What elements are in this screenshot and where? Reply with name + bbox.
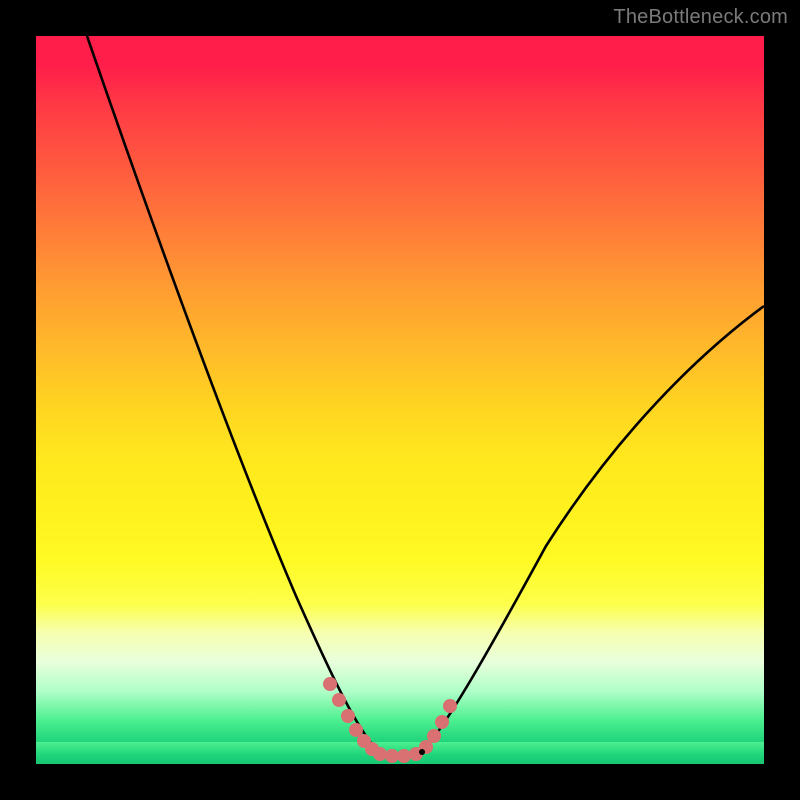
trough-markers	[323, 677, 457, 763]
plot-area	[36, 36, 764, 764]
chart-frame: TheBottleneck.com	[0, 0, 800, 800]
curve-layer	[36, 36, 764, 764]
trough-min-point	[419, 749, 425, 755]
right-curve	[422, 306, 764, 752]
left-curve	[87, 36, 378, 752]
watermark-text: TheBottleneck.com	[613, 6, 788, 29]
